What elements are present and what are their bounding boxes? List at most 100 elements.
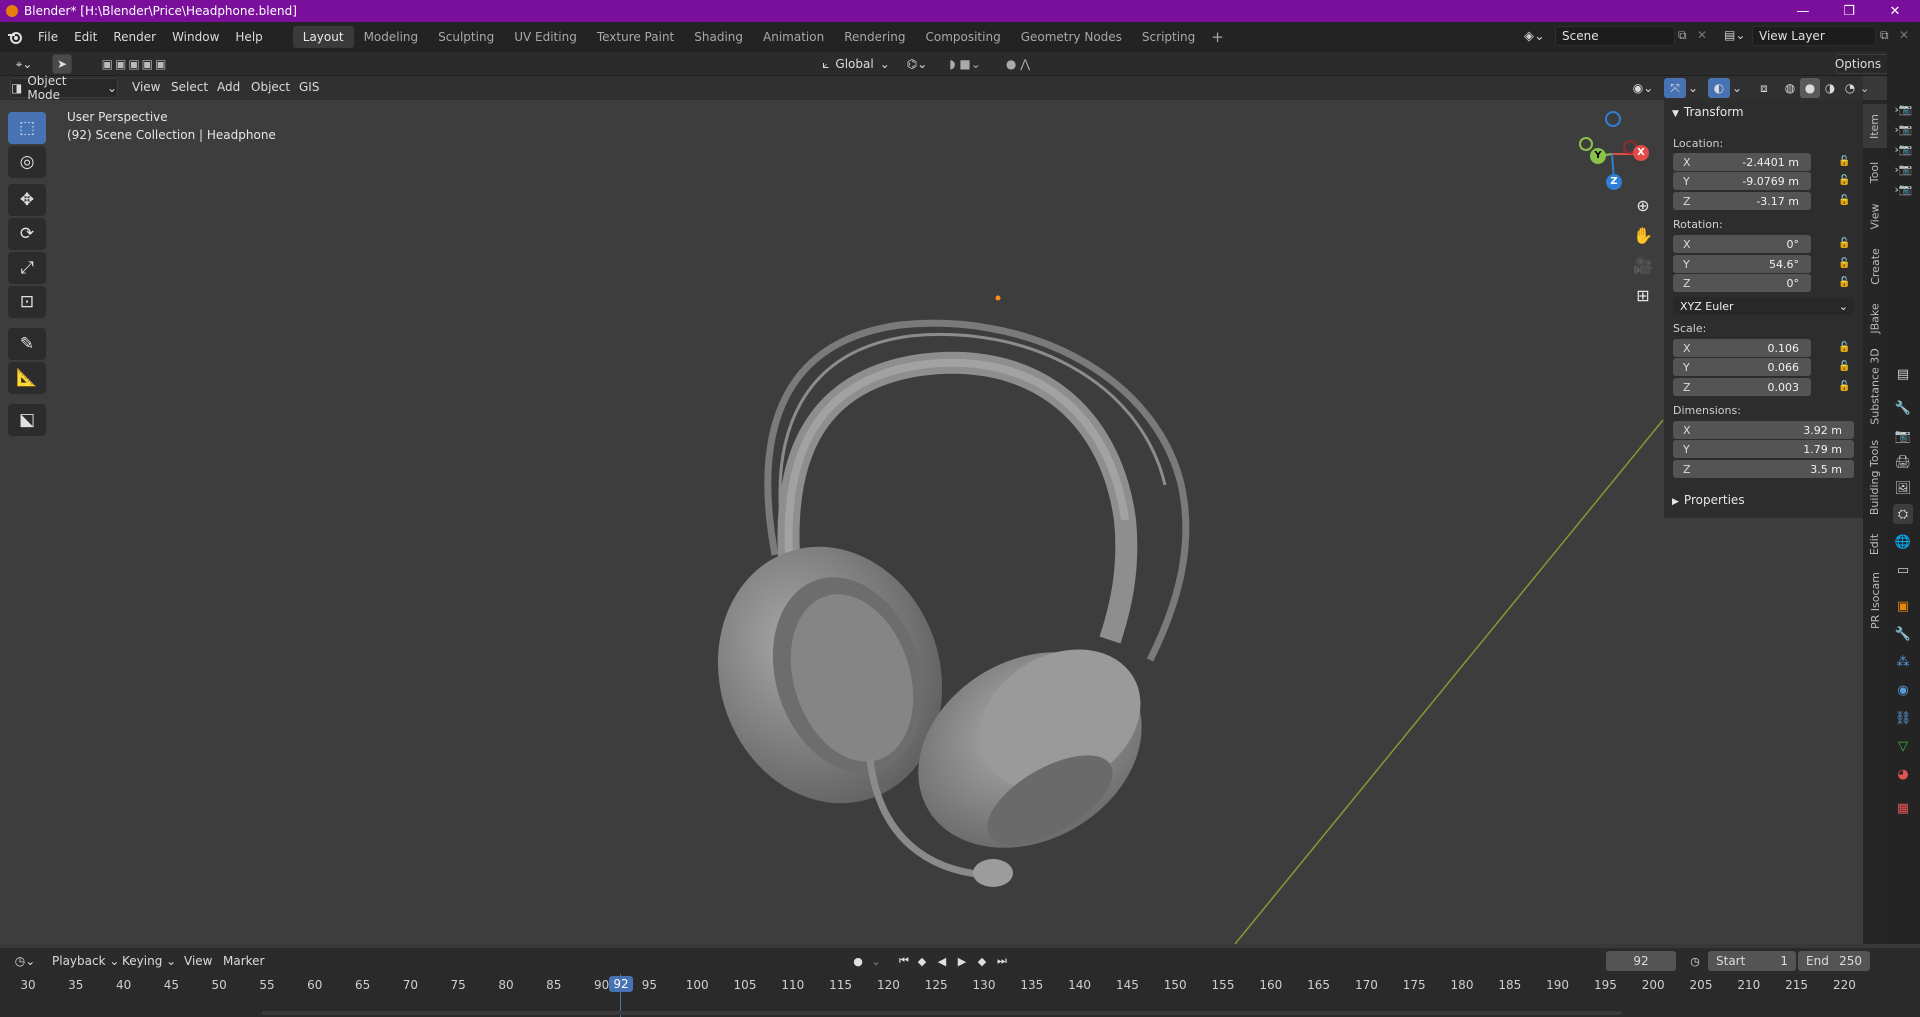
tab-jbake[interactable]: JBake	[1863, 296, 1887, 340]
scene-name-field[interactable]: Scene	[1555, 26, 1675, 46]
move-tool[interactable]: ✥	[8, 184, 46, 216]
timeline-menu-marker[interactable]: Marker	[223, 954, 264, 968]
location-x-field[interactable]: X -2.4401 m	[1673, 153, 1811, 171]
tab-item[interactable]: Item	[1863, 104, 1887, 148]
rotate-tool[interactable]: ⟳	[8, 218, 46, 250]
material-shading-icon[interactable]: ◑	[1820, 78, 1840, 98]
scene-properties-icon[interactable]: ⛭	[1893, 504, 1913, 524]
menu-edit[interactable]: Edit	[66, 30, 105, 44]
editor-type-icon[interactable]: ⌖⌄	[10, 54, 38, 74]
view-layer-field[interactable]: View Layer	[1752, 26, 1876, 46]
new-view-layer-icon[interactable]: ⧉	[1880, 28, 1889, 43]
dimensions-z-field[interactable]: Z 3.5 m	[1673, 460, 1854, 478]
object-properties-icon[interactable]: ▣	[1893, 596, 1913, 616]
new-scene-icon[interactable]: ⧉	[1678, 28, 1687, 43]
scene-selector-icon[interactable]: ◈⌄	[1524, 26, 1552, 46]
select-tool-icon[interactable]: ➤	[52, 54, 72, 74]
preview-range-icon[interactable]: ◷	[1687, 953, 1703, 969]
world-properties-icon[interactable]: 🌐	[1893, 532, 1913, 552]
tab-substance-3d[interactable]: Substance 3D	[1863, 344, 1887, 428]
overlays-toggle-icon[interactable]: ◐	[1708, 78, 1730, 98]
texture-properties-icon[interactable]: ▦	[1893, 798, 1913, 818]
viewport-menu-select[interactable]: Select	[171, 80, 208, 94]
tab-scripting[interactable]: Scripting	[1132, 26, 1205, 48]
jump-end-icon[interactable]: ⏭	[994, 953, 1010, 969]
play-icon[interactable]: ▶	[954, 953, 970, 969]
wireframe-shading-icon[interactable]: ◍	[1780, 78, 1800, 98]
dimensions-y-field[interactable]: Y 1.79 m	[1673, 440, 1854, 458]
lock-icon[interactable]: 🔓	[1838, 258, 1850, 270]
tab-animation[interactable]: Animation	[753, 26, 834, 48]
timeline-menu-keying[interactable]: Keying ⌄	[122, 954, 176, 968]
record-options-icon[interactable]: ⌄	[868, 953, 884, 969]
particles-properties-icon[interactable]: ⁂	[1893, 652, 1913, 672]
data-properties-icon[interactable]: ▽	[1893, 736, 1913, 756]
playhead-marker[interactable]: 92	[609, 976, 633, 992]
proportional-edit-icon[interactable]: ● ⋀	[996, 54, 1040, 74]
pivot-point-icon[interactable]: ⌬⌄	[902, 54, 932, 74]
tab-building-tools[interactable]: Building Tools	[1863, 432, 1887, 522]
timeline-ruler[interactable]: 30 35 40 45 50 55 60 65 70 75 80 85 90 95 100 105 110 115…	[0, 974, 1920, 1017]
tab-modeling[interactable]: Modeling	[354, 26, 429, 48]
solid-shading-icon[interactable]: ●	[1800, 78, 1820, 98]
output-properties-icon[interactable]: 🖨	[1893, 452, 1913, 472]
prev-keyframe-icon[interactable]: ◆	[914, 953, 930, 969]
tab-view[interactable]: View	[1863, 196, 1887, 236]
location-z-field[interactable]: Z -3.17 m	[1673, 192, 1811, 210]
rotation-z-field[interactable]: Z 0°	[1673, 274, 1811, 292]
overlays-dropdown-icon[interactable]: ⌄	[1730, 78, 1744, 98]
gizmo-toggle-icon[interactable]: ⤧	[1664, 78, 1686, 98]
lock-icon[interactable]: 🔓	[1838, 175, 1850, 187]
viewport-menu-add[interactable]: Add	[217, 80, 240, 94]
selection-mode-icons[interactable]: ▣▣▣▣▣	[90, 54, 180, 74]
tab-shading[interactable]: Shading	[684, 26, 753, 48]
minimize-button[interactable]: —	[1780, 0, 1826, 22]
tab-create[interactable]: Create	[1863, 240, 1887, 292]
scale-x-field[interactable]: X 0.106	[1673, 339, 1811, 357]
viewport-menu-object[interactable]: Object	[251, 80, 290, 94]
material-properties-icon[interactable]: ◕	[1893, 764, 1913, 784]
add-workspace-button[interactable]: +	[1205, 28, 1230, 46]
location-y-field[interactable]: Y -9.0769 m	[1673, 172, 1811, 190]
close-button[interactable]: ✕	[1872, 0, 1918, 22]
delete-scene-icon[interactable]: ✕	[1697, 28, 1707, 42]
play-reverse-icon[interactable]: ◀	[934, 953, 950, 969]
measure-tool[interactable]: 📐	[8, 362, 46, 394]
lock-icon[interactable]: 🔓	[1838, 195, 1850, 207]
add-cube-tool[interactable]: ⬕	[8, 404, 46, 436]
menu-file[interactable]: File	[30, 30, 66, 44]
dimensions-x-field[interactable]: X 3.92 m	[1673, 421, 1854, 439]
snap-icon[interactable]: ◗ ■⌄	[940, 54, 990, 74]
delete-view-layer-icon[interactable]: ✕	[1899, 28, 1909, 42]
timeline-editor-icon[interactable]: ◷⌄	[10, 951, 40, 971]
gizmo-x-axis[interactable]: X	[1633, 145, 1649, 161]
camera-view-icon[interactable]: 🎥	[1630, 252, 1656, 278]
tab-uv-editing[interactable]: UV Editing	[504, 26, 587, 48]
3d-viewport[interactable]: X Y Z	[0, 100, 1863, 944]
scale-tool[interactable]: ⤢	[8, 252, 46, 284]
transform-orientation-select[interactable]: ⟀ Global ⌄	[816, 54, 896, 74]
shading-dropdown-icon[interactable]: ⌄	[1860, 82, 1869, 95]
properties-editor-icon[interactable]: ▤	[1893, 364, 1913, 384]
viewport-menu-gis[interactable]: GIS	[299, 80, 319, 94]
lock-icon[interactable]: 🔓	[1838, 361, 1850, 373]
view-layer-icon[interactable]: ▤⌄	[1724, 28, 1745, 42]
tab-edit[interactable]: Edit	[1863, 526, 1887, 562]
gizmo-dropdown-icon[interactable]: ⌄	[1686, 78, 1700, 98]
tab-texture-paint[interactable]: Texture Paint	[587, 26, 684, 48]
record-icon[interactable]: ●	[850, 953, 866, 969]
select-box-tool[interactable]: ⬚	[8, 112, 46, 144]
timeline-scrollbar[interactable]	[262, 1011, 1622, 1015]
lock-icon[interactable]: 🔓	[1838, 277, 1850, 289]
transform-panel-header[interactable]: ▼ Transform	[1672, 105, 1744, 119]
rotation-y-field[interactable]: Y 54.6°	[1673, 255, 1811, 273]
rotation-x-field[interactable]: X 0°	[1673, 235, 1811, 253]
tab-layout[interactable]: Layout	[292, 26, 354, 48]
timeline-menu-playback[interactable]: Playback ⌄	[52, 954, 119, 968]
scale-z-field[interactable]: Z 0.003	[1673, 378, 1811, 396]
tab-geometry-nodes[interactable]: Geometry Nodes	[1011, 26, 1132, 48]
menu-render[interactable]: Render	[105, 30, 164, 44]
tab-pr-isocam[interactable]: PR Isocam	[1863, 566, 1887, 634]
outliner-camera-icons[interactable]: ›📷 ›📷 ›📷 ›📷 ›📷	[1887, 100, 1920, 200]
current-frame-field[interactable]: 92	[1606, 951, 1676, 971]
